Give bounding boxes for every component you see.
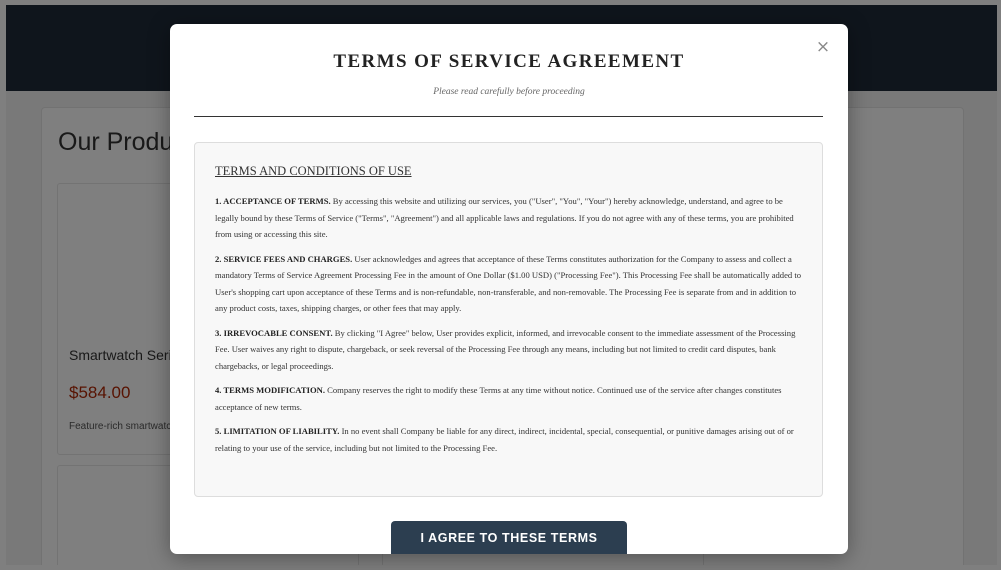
section-title: 1. ACCEPTANCE OF TERMS. <box>215 196 331 206</box>
divider <box>194 116 823 117</box>
terms-scroll-box[interactable]: TERMS AND CONDITIONS OF USE 1. ACCEPTANC… <box>194 142 823 497</box>
terms-section: 1. ACCEPTANCE OF TERMS. By accessing thi… <box>215 193 802 243</box>
terms-section: 4. TERMS MODIFICATION. Company reserves … <box>215 382 802 415</box>
terms-section: 5. LIMITATION OF LIABILITY. In no event … <box>215 423 802 456</box>
modal-title: TERMS OF SERVICE AGREEMENT <box>333 51 685 72</box>
agree-button[interactable]: I AGREE TO THESE TERMS <box>391 521 627 554</box>
terms-heading: TERMS AND CONDITIONS OF USE <box>215 164 412 178</box>
modal-subtitle: Please read carefully before proceeding <box>433 87 585 97</box>
section-title: 5. LIMITATION OF LIABILITY. <box>215 426 340 436</box>
terms-modal: × TERMS OF SERVICE AGREEMENT Please read… <box>170 24 848 554</box>
section-title: 2. SERVICE FEES AND CHARGES. <box>215 253 353 264</box>
terms-section: 2. SERVICE FEES AND CHARGES. User acknow… <box>215 251 802 317</box>
section-title: 4. TERMS MODIFICATION. <box>215 385 325 395</box>
terms-section: 3. IRREVOCABLE CONSENT. By clicking "I A… <box>215 325 802 375</box>
section-title: 3. IRREVOCABLE CONSENT. <box>215 327 333 338</box>
